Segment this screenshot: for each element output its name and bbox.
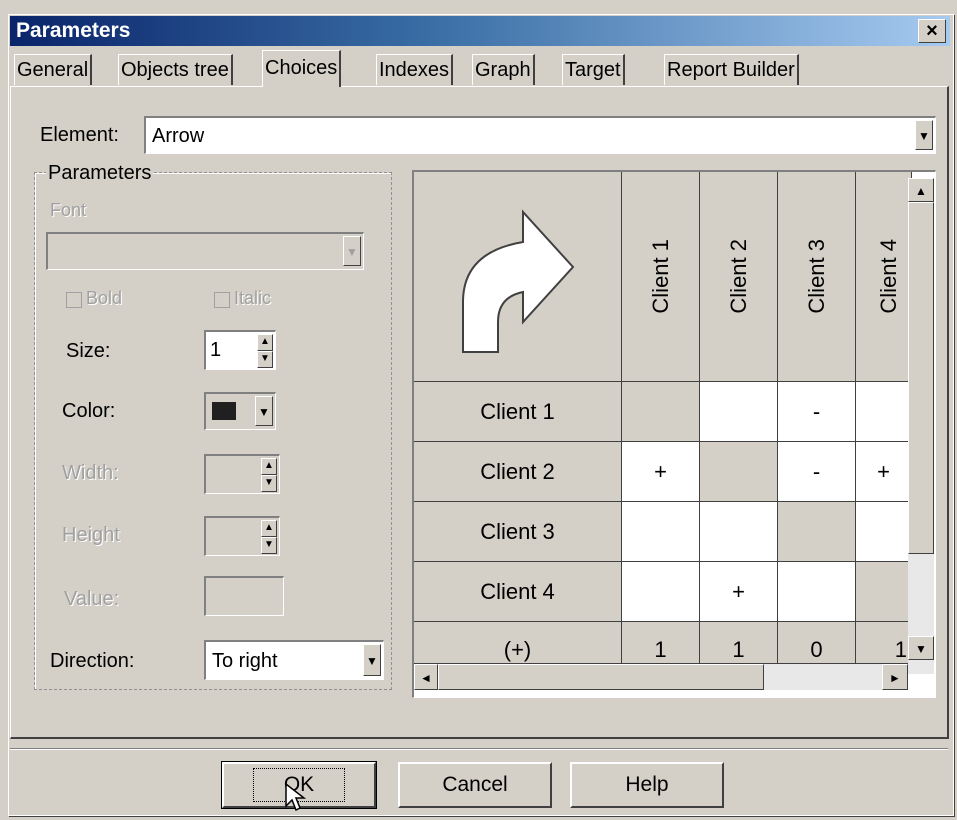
italic-checkbox[interactable] (214, 292, 230, 308)
width-label: Width: (62, 462, 119, 484)
row-header[interactable]: Client 4 (414, 562, 622, 622)
tab-objects-tree[interactable]: Objects tree (118, 54, 233, 85)
matrix-cell[interactable] (622, 562, 700, 622)
col-header[interactable]: Client 2 (700, 172, 778, 382)
cancel-button[interactable]: Cancel (398, 762, 552, 808)
separator (10, 748, 948, 750)
close-icon[interactable]: × (918, 19, 946, 43)
matrix-cell[interactable]: - (778, 382, 856, 442)
scroll-thumb[interactable] (438, 664, 764, 690)
element-label: Element: (40, 124, 119, 146)
font-select[interactable]: ▼ (46, 232, 364, 270)
vertical-scrollbar[interactable]: ▲ ▼ (908, 178, 934, 674)
bold-label: Bold (86, 288, 123, 308)
spin-down-icon[interactable]: ▼ (261, 537, 277, 554)
matrix-cell[interactable] (700, 502, 778, 562)
matrix-cell[interactable]: + (856, 442, 912, 502)
col-header-label: Client 2 (725, 239, 751, 314)
matrix-cell[interactable] (856, 502, 912, 562)
size-spinner[interactable]: 1 ▲ ▼ (204, 330, 276, 370)
arrow-preview (414, 172, 622, 382)
matrix-cell[interactable] (622, 382, 700, 442)
tab-choices[interactable]: Choices (262, 50, 342, 87)
scroll-down-icon[interactable]: ▼ (908, 636, 934, 660)
row-header[interactable]: Client 3 (414, 502, 622, 562)
row-header[interactable]: Client 1 (414, 382, 622, 442)
spin-up-icon[interactable]: ▲ (257, 334, 273, 351)
tab-indexes[interactable]: Indexes (376, 54, 454, 85)
help-button[interactable]: Help (570, 762, 724, 808)
col-header[interactable]: Client 4 (856, 172, 912, 382)
element-select[interactable]: Arrow ▼ (144, 116, 936, 154)
direction-value: To right (212, 650, 278, 672)
total-cell: 1 (856, 622, 912, 664)
mouse-pointer-icon (285, 782, 306, 812)
matrix-cell[interactable]: + (700, 562, 778, 622)
color-label: Color: (62, 400, 116, 422)
title-bar[interactable]: Parameters × (10, 16, 950, 46)
tab-target[interactable]: Target (562, 54, 625, 85)
size-label: Size: (66, 340, 111, 362)
col-header-label: Client 1 (647, 239, 673, 314)
chevron-down-icon[interactable]: ▼ (915, 120, 933, 150)
bold-checkbox[interactable] (66, 292, 82, 308)
height-label: Height (62, 524, 120, 546)
tab-graph[interactable]: Graph (472, 54, 535, 85)
direction-label: Direction: (50, 650, 135, 672)
col-header[interactable]: Client 3 (778, 172, 856, 382)
scroll-left-icon[interactable]: ◄ (414, 664, 438, 690)
spin-up-icon[interactable]: ▲ (261, 458, 277, 475)
scroll-up-icon[interactable]: ▲ (908, 178, 934, 202)
chevron-down-icon[interactable]: ▼ (255, 396, 273, 426)
tab-report-builder[interactable]: Report Builder (664, 54, 799, 85)
horizontal-scrollbar[interactable]: ◄ ► (414, 664, 908, 690)
scroll-thumb[interactable] (908, 202, 934, 554)
font-label: Font (50, 200, 87, 220)
col-header[interactable]: Client 1 (622, 172, 700, 382)
parameters-group-label: Parameters (46, 162, 154, 185)
window-title: Parameters (16, 19, 131, 42)
choices-matrix: Client 1 Client 2 Client 3 Client 4 Clie… (412, 170, 936, 698)
row-header[interactable]: Client 2 (414, 442, 622, 502)
height-spinner[interactable]: ▲ ▼ (204, 516, 280, 556)
spin-down-icon[interactable]: ▼ (257, 351, 273, 368)
matrix-cell[interactable] (856, 382, 912, 442)
matrix-cell[interactable] (622, 502, 700, 562)
chevron-down-icon[interactable]: ▼ (363, 644, 381, 676)
italic-label: Italic (234, 288, 272, 308)
color-picker[interactable]: ▼ (204, 392, 276, 430)
curved-arrow-icon (461, 208, 574, 353)
col-header-label: Client 4 (876, 239, 901, 314)
matrix-cell[interactable] (856, 562, 912, 622)
value-label: Value: (64, 588, 120, 610)
matrix-cell[interactable]: - (778, 442, 856, 502)
matrix-cell[interactable]: + (622, 442, 700, 502)
matrix-cell[interactable] (700, 442, 778, 502)
element-value: Arrow (152, 125, 205, 147)
color-swatch (212, 402, 236, 420)
tab-general[interactable]: General (14, 54, 93, 85)
size-value: 1 (210, 339, 222, 361)
matrix-cell[interactable] (778, 502, 856, 562)
spin-up-icon[interactable]: ▲ (261, 520, 277, 537)
value-field[interactable] (204, 576, 284, 616)
chevron-down-icon[interactable]: ▼ (343, 236, 361, 266)
direction-select[interactable]: To right ▼ (204, 640, 384, 680)
total-cell: 1 (622, 622, 700, 664)
total-cell: 1 (700, 622, 778, 664)
col-header-label: Client 3 (803, 239, 829, 314)
matrix-cell[interactable] (700, 382, 778, 442)
matrix-cell[interactable] (778, 562, 856, 622)
scroll-right-icon[interactable]: ► (882, 664, 908, 690)
width-spinner[interactable]: ▲ ▼ (204, 454, 280, 494)
total-cell: 0 (778, 622, 856, 664)
totals-row-header: (+) (414, 622, 622, 664)
spin-down-icon[interactable]: ▼ (261, 475, 277, 492)
